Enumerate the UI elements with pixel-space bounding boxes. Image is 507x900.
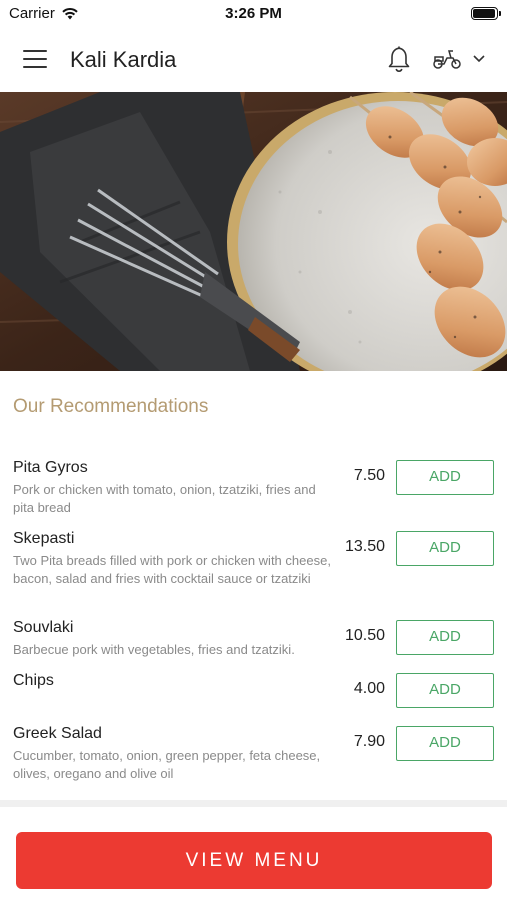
battery-tip xyxy=(499,11,501,16)
item-description: Pork or chicken with tomato, onion, tzat… xyxy=(13,482,316,515)
item-price: 13.50 xyxy=(344,538,385,555)
nav-bar: Kali Kardia xyxy=(0,28,507,92)
item-name: Souvlaki xyxy=(13,619,74,636)
item-description: Barbecue pork with vegetables, fries and… xyxy=(13,642,295,657)
add-button[interactable]: ADD xyxy=(396,726,494,761)
add-button[interactable]: ADD xyxy=(396,673,494,708)
battery-fill xyxy=(473,9,495,18)
view-menu-button[interactable]: VIEW MENU xyxy=(16,832,492,889)
section-title: Our Recommendations xyxy=(13,396,209,417)
item-name: Pita Gyros xyxy=(13,459,88,476)
item-price: 4.00 xyxy=(353,680,385,697)
chevron-down-icon[interactable] xyxy=(472,54,486,64)
item-description: Cucumber, tomato, onion, green pepper, f… xyxy=(13,748,321,781)
menu-icon[interactable] xyxy=(23,50,47,68)
item-name: Skepasti xyxy=(13,530,75,547)
menu-icon-line xyxy=(23,58,47,60)
scooter-icon[interactable] xyxy=(432,48,462,70)
item-price: 7.90 xyxy=(353,733,385,750)
hero-illustration xyxy=(0,92,507,371)
menu-icon-line xyxy=(23,66,47,68)
status-time: 3:26 PM xyxy=(225,5,282,22)
item-name: Greek Salad xyxy=(13,725,102,742)
item-description: Two Pita breads filled with pork or chic… xyxy=(13,553,331,586)
page-title: Kali Kardia xyxy=(70,47,177,72)
add-button[interactable]: ADD xyxy=(396,620,494,655)
status-bar: Carrier 3:26 PM xyxy=(0,0,507,26)
divider xyxy=(0,800,507,807)
battery-icon xyxy=(471,7,501,20)
menu-icon-line xyxy=(23,50,47,52)
item-price: 10.50 xyxy=(344,627,385,644)
item-price: 7.50 xyxy=(353,467,385,484)
add-button[interactable]: ADD xyxy=(396,531,494,566)
item-name: Chips xyxy=(13,672,54,689)
hero-image xyxy=(0,92,507,371)
bell-icon[interactable] xyxy=(386,44,412,74)
add-button[interactable]: ADD xyxy=(396,460,494,495)
